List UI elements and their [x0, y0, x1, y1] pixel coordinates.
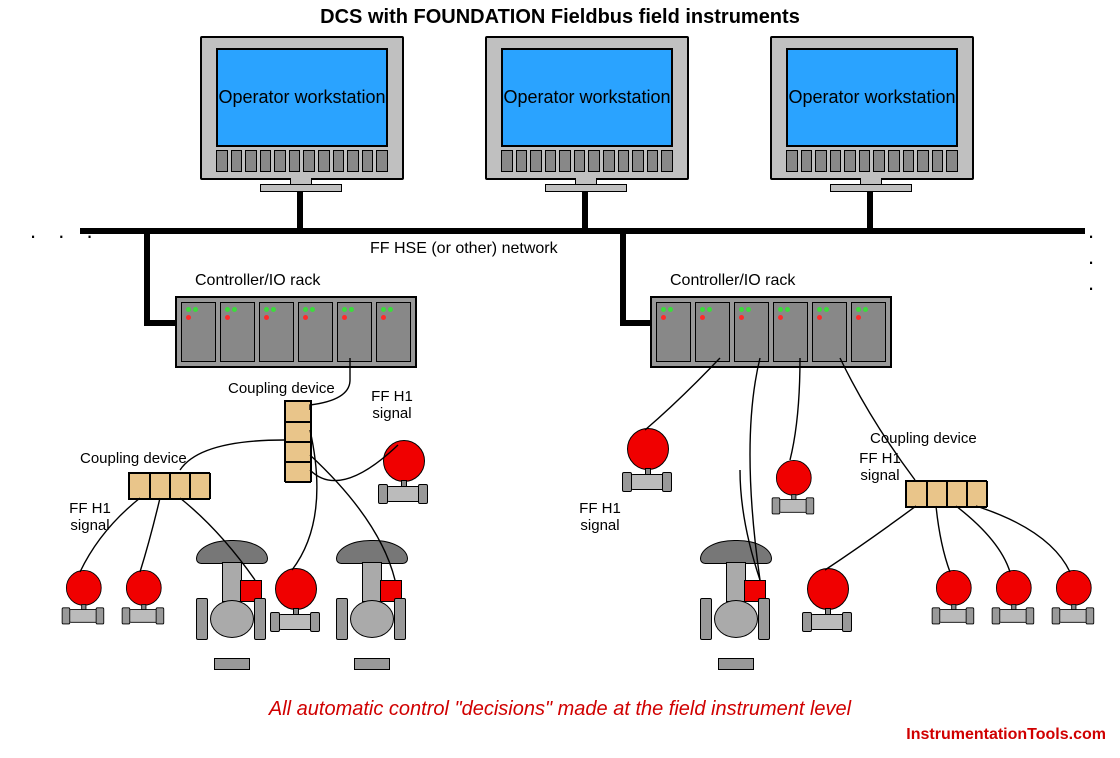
- signal-label: FF H1 signal: [30, 500, 150, 534]
- transmitter-icon: [770, 460, 816, 513]
- rack-drop-h: [620, 320, 652, 326]
- keyboard-icon: [501, 150, 673, 172]
- monitor-icon: Operator workstation: [770, 36, 974, 180]
- watermark: InstrumentationTools.com: [906, 726, 1106, 744]
- control-valve-icon: [326, 540, 416, 670]
- coupling-device-icon: [905, 480, 987, 508]
- diagram-title: DCS with FOUNDATION Fieldbus field instr…: [0, 6, 1120, 29]
- network-bus: [80, 228, 1085, 234]
- transmitter-icon: [268, 568, 322, 630]
- operator-workstation: Operator workstation: [770, 36, 970, 206]
- control-valve-icon: [690, 540, 780, 670]
- transmitter-icon: [930, 570, 976, 623]
- controller-io-rack: [650, 296, 892, 368]
- transmitter-icon: [376, 440, 430, 502]
- rack-drop-h: [144, 320, 176, 326]
- keyboard-icon: [216, 150, 388, 172]
- network-drop: [297, 192, 303, 230]
- coupling-device-icon: [128, 472, 210, 500]
- coupling-label: Coupling device: [870, 430, 977, 447]
- controller-io-rack: [175, 296, 417, 368]
- network-label: FF HSE (or other) network: [370, 240, 558, 258]
- network-drop: [582, 192, 588, 230]
- transmitter-icon: [620, 428, 674, 490]
- transmitter-icon: [60, 570, 106, 623]
- monitor-icon: Operator workstation: [485, 36, 689, 180]
- transmitter-icon: [120, 570, 166, 623]
- signal-label: FF H1 signal: [820, 450, 940, 484]
- diagram-caption: All automatic control "decisions" made a…: [0, 698, 1120, 721]
- transmitter-icon: [990, 570, 1036, 623]
- coupling-label: Coupling device: [228, 380, 335, 397]
- workstation-screen-label: Operator workstation: [786, 48, 958, 147]
- signal-label: FF H1 signal: [332, 388, 452, 422]
- keyboard-icon: [786, 150, 958, 172]
- transmitter-icon: [1050, 570, 1096, 623]
- diagram-stage: DCS with FOUNDATION Fieldbus field instr…: [0, 0, 1120, 758]
- operator-workstation: Operator workstation: [200, 36, 400, 206]
- signal-label: FF H1 signal: [540, 500, 660, 534]
- rack-label: Controller/IO rack: [670, 272, 795, 290]
- rack-label: Controller/IO rack: [195, 272, 320, 290]
- network-drop: [867, 192, 873, 230]
- monitor-icon: Operator workstation: [200, 36, 404, 180]
- coupling-label: Coupling device: [80, 450, 187, 467]
- workstation-screen-label: Operator workstation: [216, 48, 388, 147]
- ellipsis-right: . . .: [1088, 218, 1120, 296]
- workstation-screen-label: Operator workstation: [501, 48, 673, 147]
- rack-drop: [144, 228, 150, 324]
- transmitter-icon: [800, 568, 854, 630]
- coupling-device-icon: [284, 400, 312, 482]
- control-valve-icon: [186, 540, 276, 670]
- operator-workstation: Operator workstation: [485, 36, 685, 206]
- rack-drop: [620, 228, 626, 324]
